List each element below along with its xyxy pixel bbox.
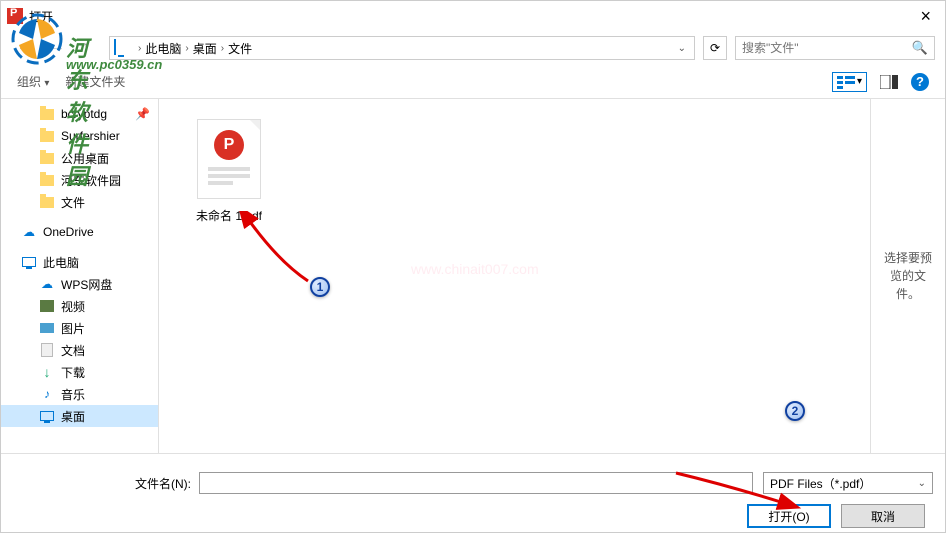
sidebar-item-bcryptdg[interactable]: bcryptdg📌 <box>1 103 158 125</box>
video-icon <box>39 298 55 314</box>
search-input[interactable] <box>742 41 912 55</box>
desktop-icon <box>39 408 55 424</box>
list-view-icon <box>837 75 855 89</box>
sidebar-item-onedrive[interactable]: ☁OneDrive <box>1 221 158 243</box>
sidebar-item-downloads[interactable]: ↓下载 <box>1 361 158 383</box>
footer: 文件名(N): PDF Files（*.pdf） ⌄ 打开(O) 取消 <box>1 453 945 540</box>
open-button[interactable]: 打开(O) <box>747 504 831 528</box>
help-icon[interactable]: ? <box>911 73 929 91</box>
pdf-badge-icon: P <box>214 130 244 160</box>
refresh-button[interactable]: ⟳ <box>703 36 727 60</box>
preview-pane-button[interactable] <box>875 72 903 92</box>
cancel-button[interactable]: 取消 <box>841 504 925 528</box>
music-icon: ♪ <box>39 386 55 402</box>
cloud-disk-icon: ☁ <box>39 276 55 292</box>
dialog-title: 打开 <box>29 8 53 25</box>
sidebar-item-files[interactable]: 文件 <box>1 191 158 213</box>
breadcrumb-item[interactable]: 桌面 <box>193 40 217 57</box>
app-icon <box>7 8 23 24</box>
sidebar-item-wps[interactable]: ☁WPS网盘 <box>1 273 158 295</box>
file-type-label: PDF Files（*.pdf） <box>770 475 871 492</box>
chevron-right-icon: › <box>221 43 224 54</box>
sidebar-item-hedong[interactable]: 河东软件园 <box>1 169 158 191</box>
back-button[interactable]: ← <box>11 36 41 60</box>
sidebar-item-desktop[interactable]: 桌面 <box>1 405 158 427</box>
pdf-thumbnail: P <box>197 119 261 199</box>
chevron-right-icon: › <box>138 43 141 54</box>
sidebar-item-public-desktop[interactable]: 公用桌面 <box>1 147 158 169</box>
sidebar-item-surfershier[interactable]: Surfershier <box>1 125 158 147</box>
close-button[interactable]: × <box>920 6 931 27</box>
sidebar-item-computer[interactable]: 此电脑 <box>1 251 158 273</box>
new-folder-button[interactable]: 新建文件夹 <box>65 73 125 90</box>
chevron-down-icon[interactable]: ⌄ <box>678 43 690 54</box>
search-box[interactable]: 🔍 <box>735 36 935 60</box>
file-list[interactable]: P 未命名 1.pdf <box>159 99 870 453</box>
view-options-button[interactable]: ▾ <box>832 72 867 92</box>
search-icon[interactable]: 🔍 <box>912 40 928 56</box>
title-bar: 打开 × <box>1 1 945 31</box>
chevron-down-icon: ⌄ <box>918 478 926 489</box>
preview-pane: 选择要预览的文件。 <box>870 99 945 453</box>
chevron-right-icon: › <box>185 43 188 54</box>
forward-button[interactable]: → <box>41 36 71 60</box>
nav-bar: ← → ↑ › 此电脑 › 桌面 › 文件 ⌄ ⟳ 🔍 <box>1 31 945 65</box>
file-item[interactable]: P 未命名 1.pdf <box>179 119 279 224</box>
filename-input[interactable] <box>199 472 753 494</box>
toolbar: 组织 ▾ 新建文件夹 ▾ ? <box>1 65 945 99</box>
sidebar-item-pictures[interactable]: 图片 <box>1 317 158 339</box>
onedrive-icon: ☁ <box>21 224 37 240</box>
computer-icon <box>21 254 37 270</box>
breadcrumb[interactable]: › 此电脑 › 桌面 › 文件 ⌄ <box>109 36 695 60</box>
pin-icon: 📌 <box>135 107 150 121</box>
sidebar: bcryptdg📌 Surfershier 公用桌面 河东软件园 文件 ☁One… <box>1 99 159 453</box>
preview-icon <box>880 75 898 89</box>
breadcrumb-item[interactable]: 文件 <box>228 40 252 57</box>
filename-label: 文件名(N): <box>13 475 199 492</box>
breadcrumb-item[interactable]: 此电脑 <box>145 40 181 57</box>
computer-icon <box>114 40 130 56</box>
image-icon <box>39 320 55 336</box>
sidebar-item-video[interactable]: 视频 <box>1 295 158 317</box>
preview-empty-text: 选择要预览的文件。 <box>879 249 937 303</box>
file-name: 未命名 1.pdf <box>196 207 262 224</box>
document-icon <box>39 342 55 358</box>
organize-menu[interactable]: 组织 ▾ <box>17 73 49 90</box>
sidebar-item-music[interactable]: ♪音乐 <box>1 383 158 405</box>
up-button[interactable]: ↑ <box>71 36 101 60</box>
file-type-select[interactable]: PDF Files（*.pdf） ⌄ <box>763 472 933 494</box>
sidebar-item-documents[interactable]: 文档 <box>1 339 158 361</box>
download-icon: ↓ <box>39 364 55 380</box>
